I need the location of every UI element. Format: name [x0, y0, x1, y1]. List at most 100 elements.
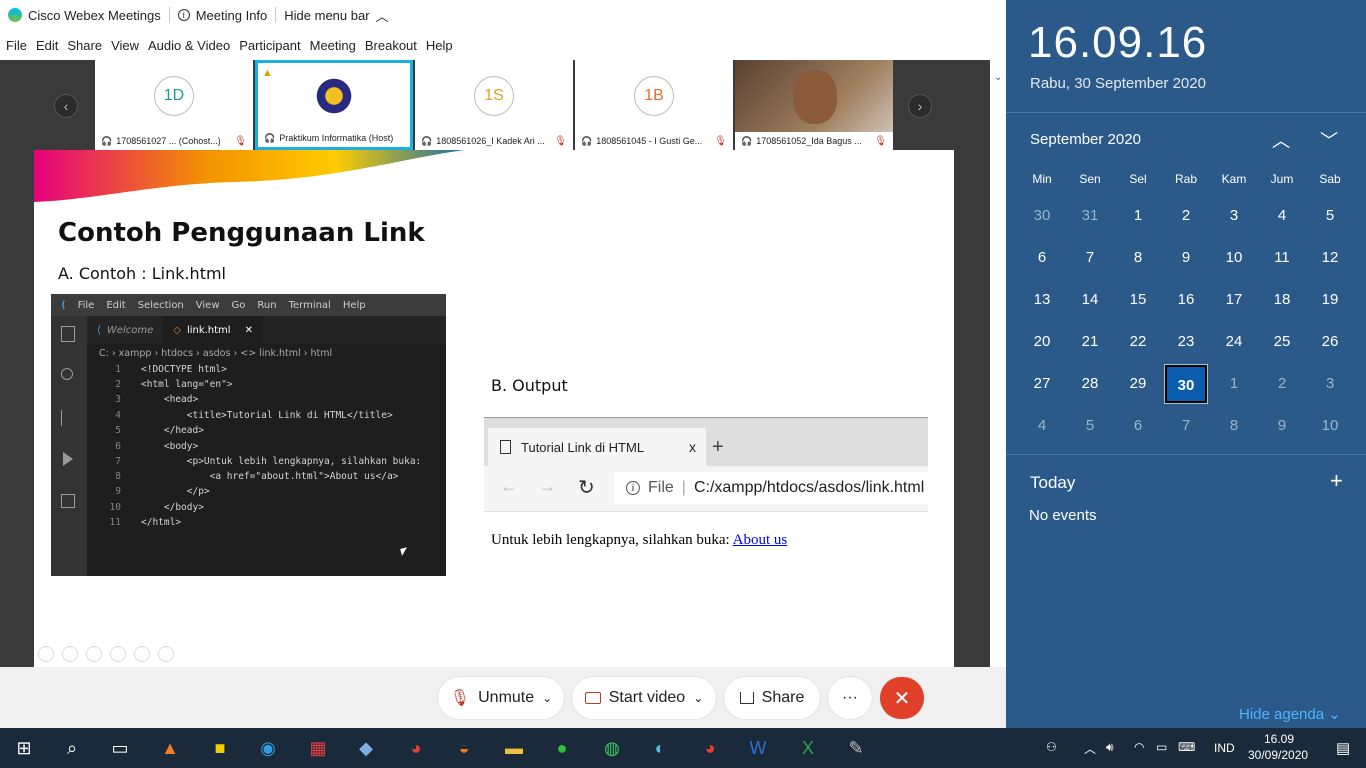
calendar-day[interactable]: 13	[1018, 279, 1066, 321]
notification-icon[interactable]: ▤	[1336, 739, 1350, 757]
calendar-day[interactable]: 27	[1018, 363, 1066, 405]
calendar-day[interactable]: 29	[1114, 363, 1162, 405]
whatsapp-icon[interactable]: ◍	[592, 728, 632, 768]
calendar-day[interactable]: 6	[1114, 405, 1162, 447]
virtualbox-icon[interactable]: ◆	[346, 728, 386, 768]
calendar-day[interactable]: 11	[1258, 237, 1306, 279]
hide-agenda-button[interactable]: Hide agenda ⌄	[1239, 705, 1341, 723]
menu-share[interactable]: Share	[67, 38, 102, 53]
menu-participant[interactable]: Participant	[239, 38, 300, 53]
firefox-icon[interactable]: ◒	[444, 728, 484, 768]
sticky-notes-icon[interactable]: ■	[200, 728, 240, 768]
calendar-day[interactable]: 8	[1114, 237, 1162, 279]
unmute-button[interactable]: 🎙 Unmute ⌄	[438, 677, 564, 719]
chevron-up-icon[interactable]: ︿	[1272, 127, 1290, 153]
clock-date[interactable]: Rabu, 30 September 2020	[1030, 75, 1206, 92]
calendar-day[interactable]: 21	[1066, 321, 1114, 363]
calendar-day[interactable]: 3	[1210, 195, 1258, 237]
more-options-button[interactable]: ···	[828, 677, 872, 719]
add-event-icon[interactable]: +	[1330, 468, 1343, 494]
language-indicator[interactable]: IND	[1214, 741, 1235, 755]
line-icon[interactable]: ●	[542, 728, 582, 768]
more-icon[interactable]	[158, 646, 174, 662]
play-icon[interactable]	[62, 646, 78, 662]
chrome-icon[interactable]: ◕	[690, 728, 730, 768]
prev-participants-button[interactable]: ‹	[54, 94, 78, 118]
calendar-day[interactable]: 1	[1114, 195, 1162, 237]
calendar-day[interactable]: 19	[1306, 279, 1354, 321]
pointer-icon[interactable]	[38, 646, 54, 662]
calendar-day[interactable]: 14	[1066, 279, 1114, 321]
participant-tile[interactable]: 1S 🎧 1808561026_I Kadek Ari ... 🎙	[415, 60, 573, 150]
calendar-day[interactable]: 1	[1210, 363, 1258, 405]
chevron-up-icon[interactable]: ︿	[1084, 740, 1096, 757]
menu-file[interactable]: File	[6, 38, 27, 53]
calendar-day[interactable]: 24	[1210, 321, 1258, 363]
file-explorer-icon[interactable]: ▬	[494, 728, 534, 768]
zoom-icon[interactable]	[134, 646, 150, 662]
calendar-day[interactable]: 22	[1114, 321, 1162, 363]
calendar-day[interactable]: 16	[1162, 279, 1210, 321]
menu-audio-video[interactable]: Audio & Video	[148, 38, 230, 53]
calendar-day[interactable]: 31	[1066, 195, 1114, 237]
leave-meeting-button[interactable]: ✕	[880, 677, 924, 719]
word-icon[interactable]: W	[738, 728, 778, 768]
calendar-day[interactable]: 5	[1306, 195, 1354, 237]
calendar-day[interactable]: 9	[1258, 405, 1306, 447]
calendar-day[interactable]: 12	[1306, 237, 1354, 279]
calendar-day[interactable]: 20	[1018, 321, 1066, 363]
calendar-day[interactable]: 4	[1018, 405, 1066, 447]
start-video-button[interactable]: Start video ⌄	[572, 677, 716, 719]
participant-video-tile[interactable]: 🎧 1708561052_Ida Bagus ... 🎙	[735, 60, 893, 150]
calendar-day[interactable]: 28	[1066, 363, 1114, 405]
pen-icon[interactable]	[86, 646, 102, 662]
keyboard-icon[interactable]: ⌨	[1178, 740, 1195, 754]
chrome-icon[interactable]: ◕	[396, 728, 436, 768]
chevron-down-icon[interactable]: ⌄	[994, 72, 1002, 83]
calendar-day[interactable]: 30	[1018, 195, 1066, 237]
task-view-icon[interactable]: ▭	[100, 728, 140, 768]
chevron-down-icon[interactable]: ﹀	[1320, 127, 1338, 153]
excel-icon[interactable]: X	[788, 728, 828, 768]
calendar-day[interactable]: 10	[1210, 237, 1258, 279]
calendar-day[interactable]: 26	[1306, 321, 1354, 363]
calendar-day[interactable]: 6	[1018, 237, 1066, 279]
calendar-day[interactable]: 15	[1114, 279, 1162, 321]
menu-view[interactable]: View	[111, 38, 139, 53]
webex-icon[interactable]: ◐	[640, 728, 680, 768]
calendar-day[interactable]: 3	[1306, 363, 1354, 405]
share-button[interactable]: Share	[724, 677, 820, 719]
meeting-info-button[interactable]: i Meeting Info	[170, 0, 276, 30]
winrar-icon[interactable]: ▦	[298, 728, 338, 768]
wifi-icon[interactable]: ◠	[1134, 740, 1144, 754]
calendar-day[interactable]: 2	[1162, 195, 1210, 237]
calendar-day[interactable]: 5	[1066, 405, 1114, 447]
calendar-day[interactable]: 7	[1066, 237, 1114, 279]
calendar-day[interactable]: 25	[1258, 321, 1306, 363]
calendar-day[interactable]: 9	[1162, 237, 1210, 279]
menu-help[interactable]: Help	[426, 38, 453, 53]
calendar-day[interactable]: 17	[1210, 279, 1258, 321]
participant-tile-active[interactable]: ▲ 🎧 Praktikum Informatika (Host)	[255, 60, 413, 150]
calendar-day[interactable]: 2	[1258, 363, 1306, 405]
menu-edit[interactable]: Edit	[36, 38, 58, 53]
paint-icon[interactable]: ✎	[836, 728, 876, 768]
menu-breakout[interactable]: Breakout	[365, 38, 417, 53]
vlc-icon[interactable]: ▲	[150, 728, 190, 768]
calendar-day[interactable]: 8	[1210, 405, 1258, 447]
next-participants-button[interactable]: ›	[908, 94, 932, 118]
calendar-day-today[interactable]: 30	[1164, 364, 1208, 404]
tray-date[interactable]: 30/09/2020	[1248, 748, 1308, 762]
calendar-day[interactable]: 4	[1258, 195, 1306, 237]
edge-icon[interactable]: ◉	[248, 728, 288, 768]
month-label[interactable]: September 2020	[1030, 131, 1141, 148]
calendar-day[interactable]: 23	[1162, 321, 1210, 363]
search-icon[interactable]: ⌕	[52, 728, 92, 768]
people-icon[interactable]: ⚇	[1046, 740, 1057, 754]
battery-icon[interactable]: ▭	[1156, 740, 1167, 754]
participant-tile[interactable]: 1D 🎧 1708561027 ... (Cohost...) 🎙	[95, 60, 253, 150]
windows-start-icon[interactable]: ⊞	[4, 728, 44, 768]
copy-icon[interactable]	[110, 646, 126, 662]
hide-menu-bar-button[interactable]: Hide menu bar ︿	[276, 0, 396, 30]
calendar-day[interactable]: 10	[1306, 405, 1354, 447]
